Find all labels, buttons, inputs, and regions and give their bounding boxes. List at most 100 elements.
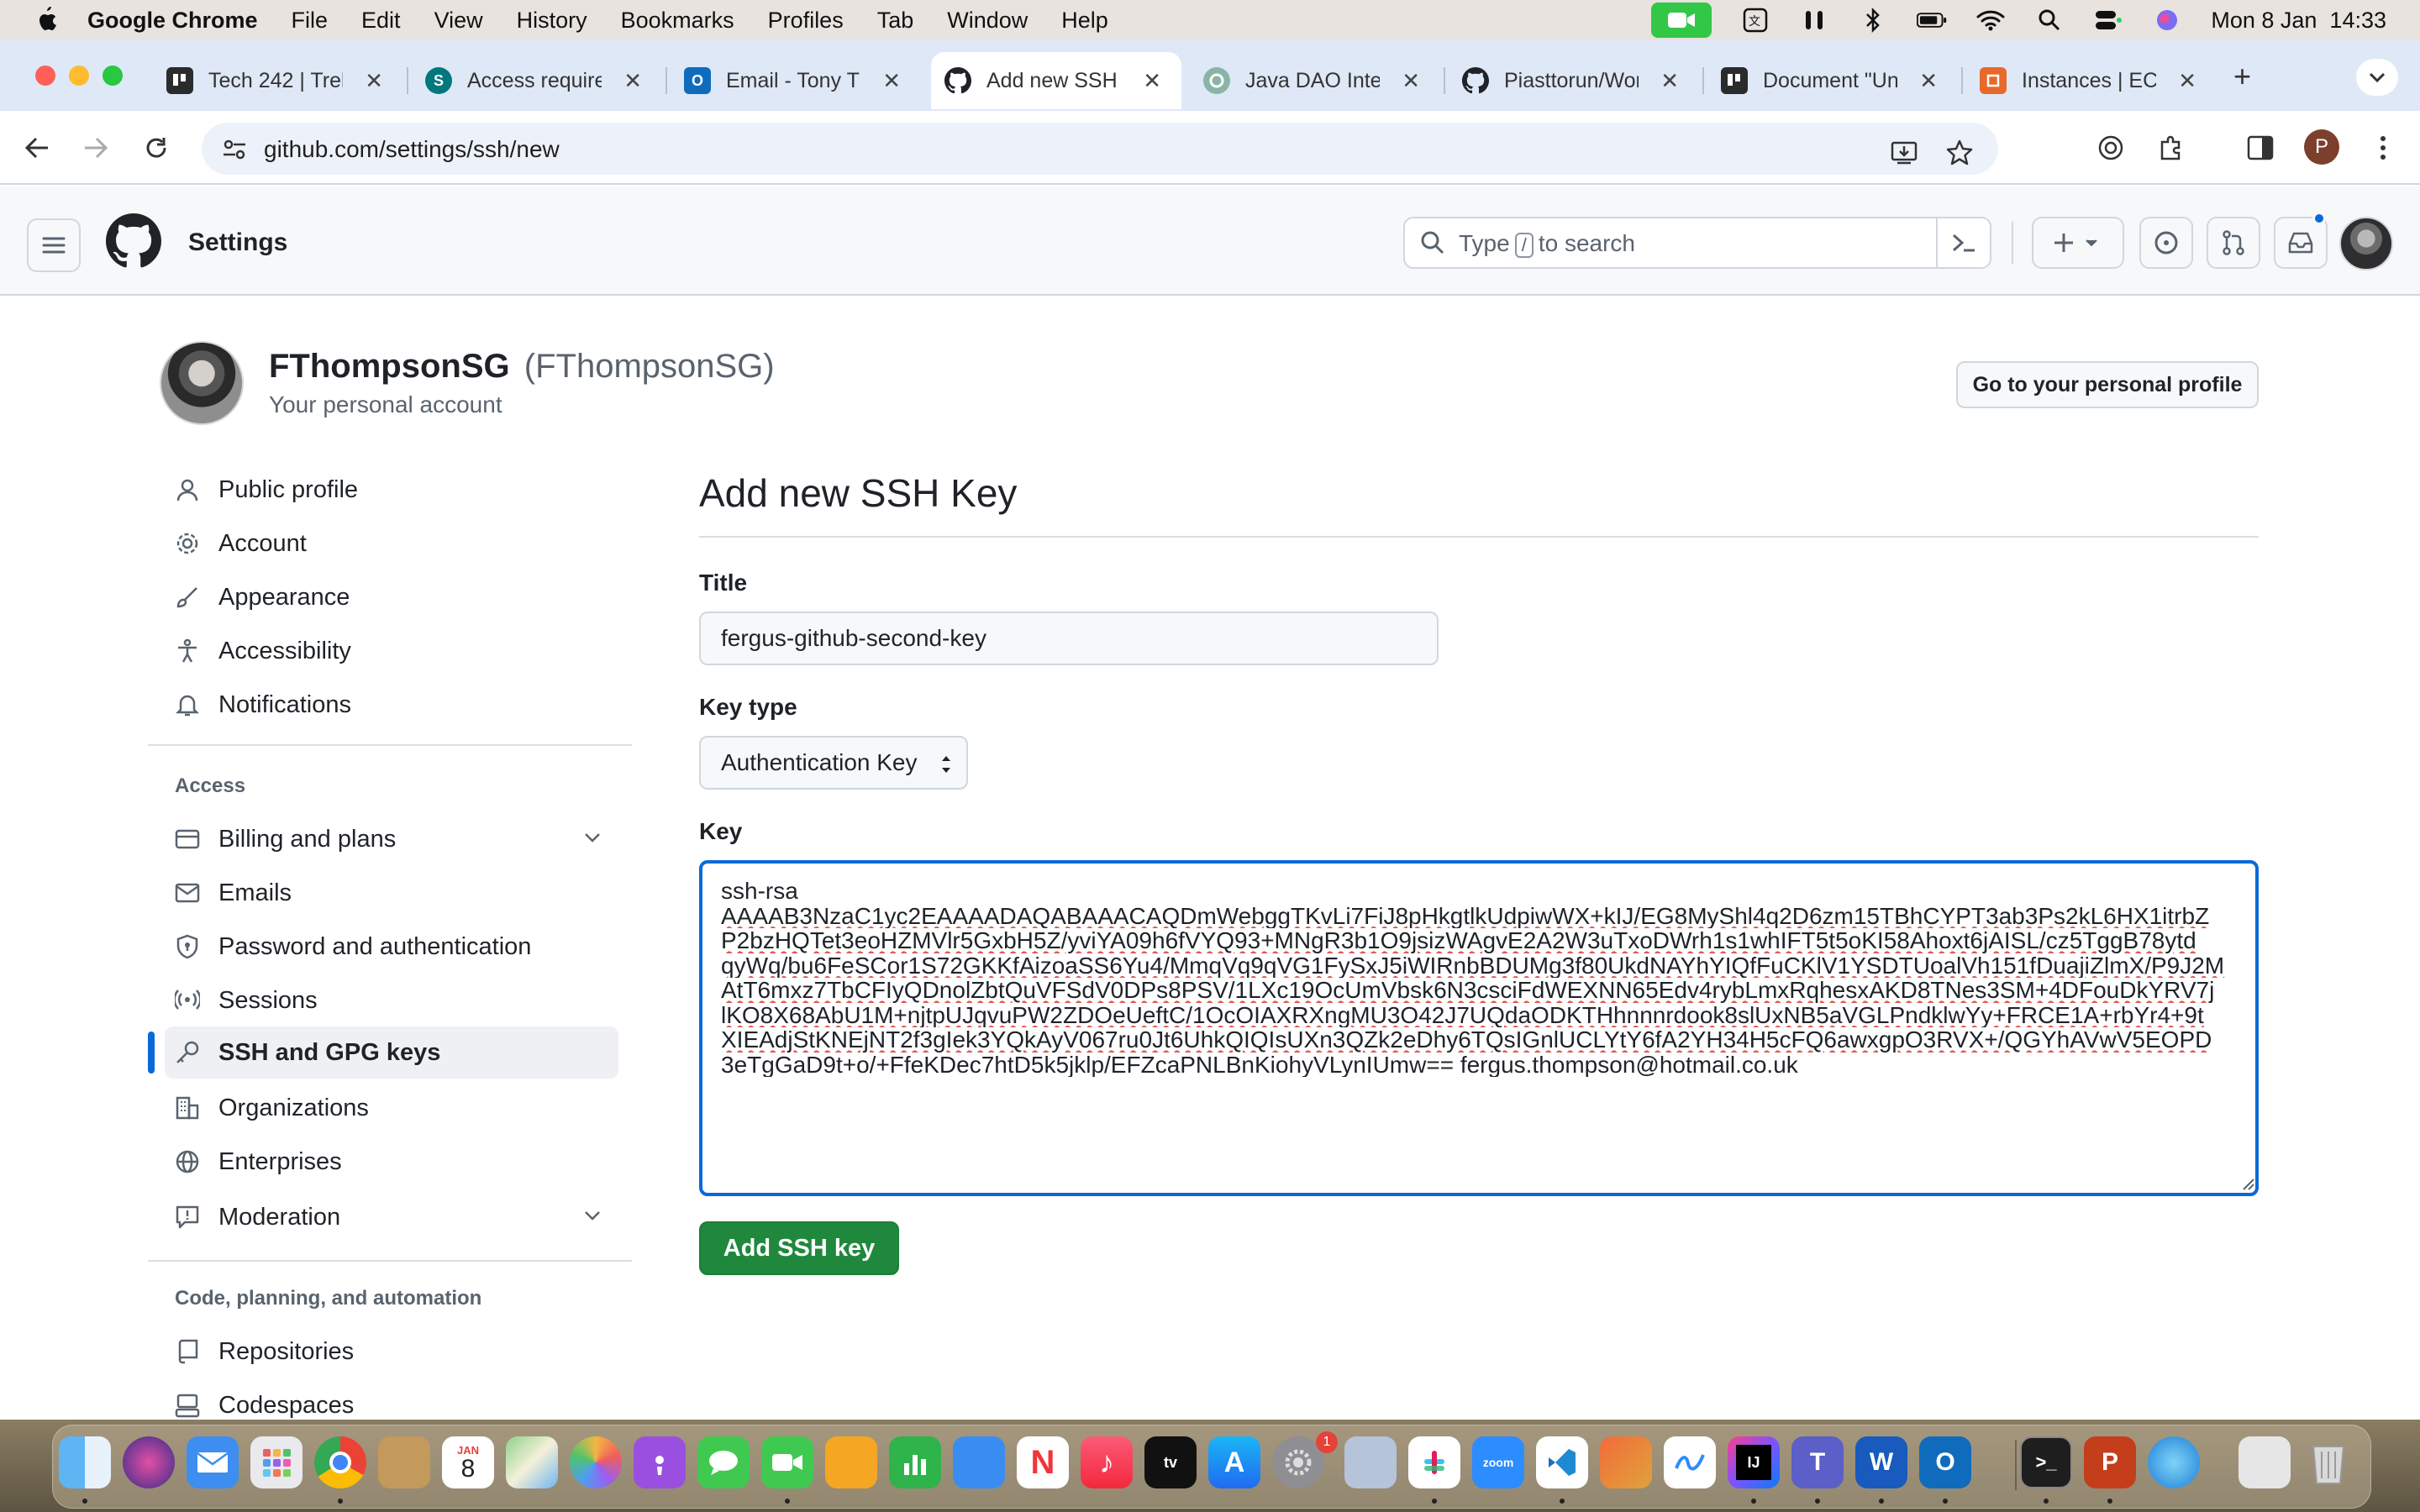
menubar-clock[interactable]: Mon 8 Jan 14:33 — [2211, 8, 2386, 34]
tv-icon[interactable]: tv — [1144, 1436, 1197, 1488]
chevron-down-icon[interactable] — [581, 827, 603, 855]
install-app-icon[interactable] — [1889, 136, 1923, 170]
close-tab-icon[interactable]: ✕ — [623, 68, 642, 94]
user-avatar[interactable] — [2339, 217, 2393, 270]
close-tab-icon[interactable]: ✕ — [2178, 68, 2196, 94]
create-new-button[interactable] — [2032, 217, 2124, 269]
sidebar-item-moderation[interactable]: Moderation — [165, 1191, 618, 1243]
account-avatar[interactable] — [160, 341, 244, 425]
bookmark-star-icon[interactable] — [1943, 136, 1976, 170]
tab-aws-ec2[interactable]: Instances | EC2 ✕ — [1966, 52, 2217, 109]
chrome-icon[interactable] — [314, 1436, 366, 1488]
window-zoom-button[interactable] — [103, 66, 123, 86]
vscode-icon[interactable] — [1536, 1436, 1588, 1488]
go-to-profile-button[interactable]: Go to your personal profile — [1956, 361, 2259, 408]
window-close-button[interactable] — [35, 66, 55, 86]
sidebar-item-billing[interactable]: Billing and plans — [165, 813, 618, 865]
sidebar-item-public-profile[interactable]: Public profile — [165, 464, 618, 516]
header-context-title[interactable]: Settings — [188, 228, 287, 257]
siri-status-icon[interactable] — [2152, 8, 2182, 33]
apple-menu-icon[interactable] — [34, 7, 59, 33]
slack-icon[interactable] — [1408, 1436, 1460, 1488]
tab-github-add-ssh-key[interactable]: Add new SSH key ✕ — [931, 52, 1181, 109]
chevron-down-icon[interactable] — [581, 1205, 603, 1233]
menu-help[interactable]: Help — [1061, 8, 1108, 34]
word-icon[interactable]: W — [1855, 1436, 1907, 1488]
outlook-icon[interactable]: O — [1919, 1436, 1971, 1488]
side-panel-icon[interactable] — [2242, 129, 2279, 166]
messages-icon[interactable] — [697, 1436, 750, 1488]
intellij-icon[interactable]: IJ — [1728, 1436, 1780, 1488]
site-info-icon[interactable] — [222, 138, 247, 165]
tab-search-chevron-icon[interactable] — [2356, 59, 2398, 96]
airpods-status-icon[interactable] — [1799, 8, 1829, 33]
menu-edit[interactable]: Edit — [361, 8, 401, 34]
sidebar-item-password-authentication[interactable]: Password and authentication — [165, 921, 618, 973]
keynote-icon[interactable] — [953, 1436, 1005, 1488]
finder-icon[interactable] — [59, 1436, 111, 1488]
trash-icon[interactable] — [2302, 1436, 2354, 1488]
menu-history[interactable]: History — [517, 8, 587, 34]
close-tab-icon[interactable]: ✕ — [1402, 68, 1420, 94]
sidebar-item-appearance[interactable]: Appearance — [165, 571, 618, 623]
hamburger-menu-icon[interactable] — [27, 218, 81, 272]
chrome-menu-icon[interactable] — [2365, 129, 2402, 166]
mail-icon[interactable] — [187, 1436, 239, 1488]
key-textarea[interactable]: ssh-rsa AAAAB3NzaC1yc2EAAAADAQABAAACAQDm… — [699, 860, 2259, 1196]
command-palette-icon[interactable] — [1936, 218, 1990, 267]
translate-status-icon[interactable]: 文 — [1740, 8, 1770, 33]
powerpoint-icon[interactable]: P — [2084, 1436, 2136, 1488]
tab-document[interactable]: Document "Untitled" ✕ — [1707, 52, 1958, 109]
reload-icon[interactable] — [134, 126, 178, 170]
menu-window[interactable]: Window — [947, 8, 1028, 34]
numbers-icon[interactable] — [889, 1436, 941, 1488]
close-tab-icon[interactable]: ✕ — [1143, 68, 1161, 94]
account-name[interactable]: FThompsonSG (FThompsonSG) — [269, 348, 775, 386]
facetime-status-icon[interactable] — [1651, 3, 1712, 38]
battery-icon[interactable] — [1917, 8, 1947, 33]
textarea-resize-grip-icon[interactable] — [2240, 1176, 2255, 1195]
key-type-select[interactable]: Authentication Key — [699, 736, 968, 790]
music-icon[interactable]: ♪ — [1081, 1436, 1133, 1488]
podcasts-icon[interactable] — [634, 1436, 686, 1488]
appstore-icon[interactable]: A — [1208, 1436, 1260, 1488]
tab-chatgpt[interactable]: Java DAO Interface ✕ — [1190, 52, 1440, 109]
sidebar-item-account[interactable]: Account — [165, 517, 618, 570]
menubar-app-name[interactable]: Google Chrome — [87, 8, 258, 34]
address-bar[interactable]: github.com/settings/ssh/new — [202, 123, 1998, 175]
menu-profiles[interactable]: Profiles — [768, 8, 844, 34]
spotlight-search-icon[interactable] — [2034, 8, 2065, 33]
control-center-icon[interactable] — [2093, 8, 2123, 33]
tab-sharepoint[interactable]: S Access required ✕ — [412, 52, 662, 109]
launchpad-icon[interactable] — [250, 1436, 302, 1488]
facetime-icon[interactable] — [761, 1436, 813, 1488]
menu-view[interactable]: View — [434, 8, 483, 34]
sidebar-item-enterprises[interactable]: Enterprises — [165, 1136, 618, 1188]
calendar-icon[interactable]: JAN 8 — [442, 1436, 494, 1488]
close-tab-icon[interactable]: ✕ — [1919, 68, 1938, 94]
close-tab-icon[interactable]: ✕ — [882, 68, 901, 94]
issues-icon[interactable] — [2139, 217, 2193, 269]
menu-bookmarks[interactable]: Bookmarks — [621, 8, 734, 34]
siri-icon[interactable] — [123, 1436, 175, 1488]
freeform-icon[interactable] — [1664, 1436, 1716, 1488]
github-logo-icon[interactable] — [106, 213, 161, 269]
add-ssh-key-button[interactable]: Add SSH key — [699, 1221, 899, 1275]
sidebar-item-organizations[interactable]: Organizations — [165, 1082, 618, 1134]
back-arrow-icon[interactable] — [15, 126, 59, 170]
extension-openai-icon[interactable] — [2092, 129, 2129, 166]
sidebar-item-sessions[interactable]: Sessions — [165, 974, 618, 1026]
new-tab-plus-icon[interactable]: + — [2233, 59, 2251, 94]
pull-requests-icon[interactable] — [2207, 217, 2260, 269]
title-input[interactable] — [699, 612, 1439, 665]
sidebar-item-emails[interactable]: Emails — [165, 867, 618, 919]
wifi-icon[interactable] — [1975, 8, 2006, 33]
network-icon[interactable] — [2148, 1436, 2200, 1488]
url-text[interactable]: github.com/settings/ssh/new — [264, 136, 560, 163]
tab-github-workspace[interactable]: Piasttorun/Workspace ✕ — [1449, 52, 1699, 109]
github-search-input[interactable]: Type / to search — [1403, 217, 1991, 269]
preview-icon[interactable] — [1344, 1436, 1397, 1488]
chrome-profile-avatar[interactable]: P — [2304, 129, 2339, 165]
terminal-icon[interactable]: >_ — [2020, 1436, 2072, 1488]
sidebar-item-ssh-gpg-keys[interactable]: SSH and GPG keys — [165, 1026, 618, 1079]
